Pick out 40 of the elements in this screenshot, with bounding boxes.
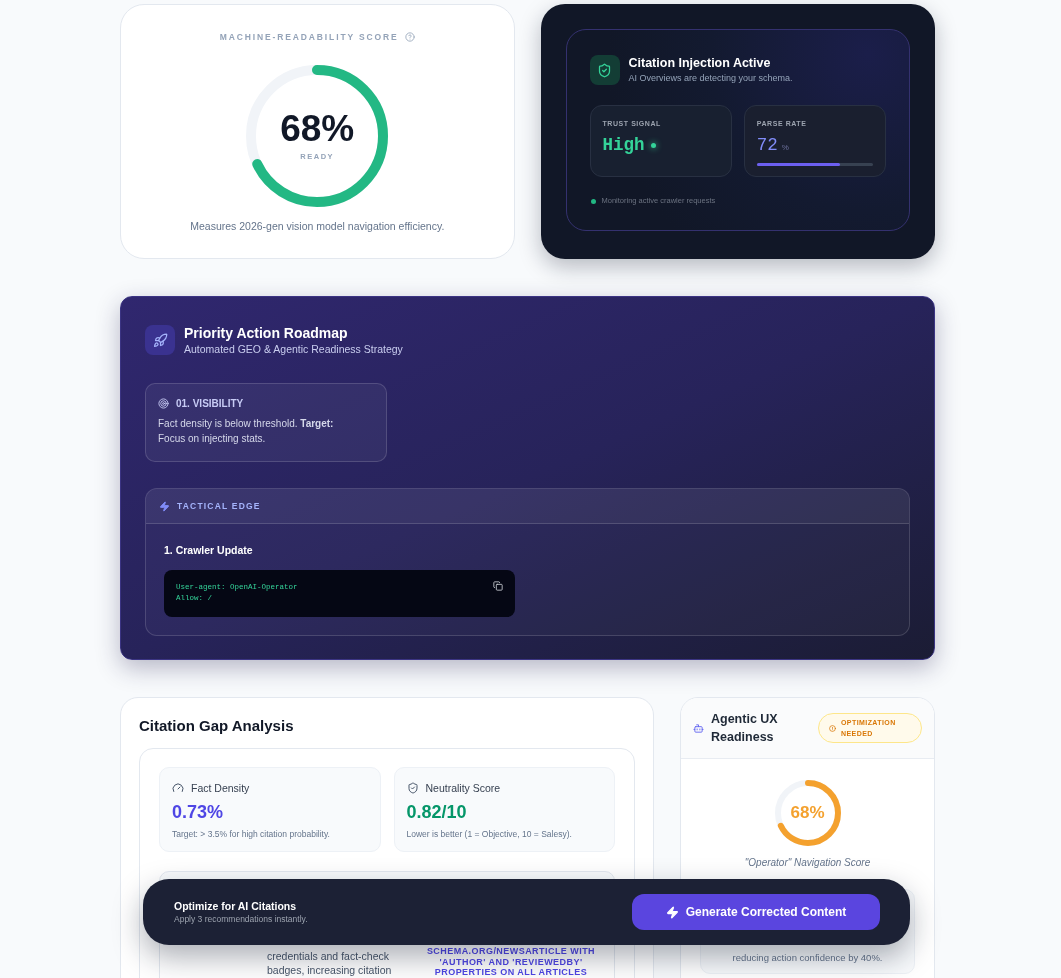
stat-value: 72	[756, 135, 778, 155]
target-icon	[158, 398, 169, 409]
stat-unit: %	[781, 142, 789, 154]
metric-note: Lower is better (1 = Objective, 10 = Salesy).	[406, 828, 573, 840]
score-value: 68%	[790, 803, 825, 823]
bar-subtitle: Apply 3 recommendations instantly.	[174, 913, 308, 925]
gauge-icon	[172, 782, 184, 794]
table-cell-text: SCHEMA.ORG/NEWSARTICLE WITH 'AUTHOR' AND 'REVIEWEDBY' PROPERTIES ON ALL ARTICLES	[425, 946, 597, 978]
metric-label: Neutrality Score	[425, 781, 501, 795]
score-caption: "Operator" Navigation Score	[744, 856, 871, 870]
step-title: 1. Crawler Update	[164, 543, 253, 557]
panel-subtitle: AI Overviews are detecting your schema.	[628, 72, 793, 85]
shield-check-icon	[589, 55, 620, 85]
bar-title: Optimize for AI Citations	[174, 899, 298, 913]
alert-icon	[829, 724, 836, 732]
card-title: Agentic UX Readiness	[711, 711, 779, 746]
score-value: 68%	[280, 110, 355, 148]
shield-check-icon	[406, 782, 419, 794]
action-text: Fact density is below threshold. Target: Focus on injecting stats.	[158, 417, 335, 446]
metric-value: 0.73%	[172, 801, 225, 823]
metric-note: Target: > 3.5% for high citation probability.	[172, 828, 331, 840]
metric-value: 0.82/10	[406, 801, 468, 823]
generate-button[interactable]: Generate Corrected Content	[632, 894, 880, 930]
tactical-title: TACTICAL EDGE	[177, 500, 261, 512]
rocket-icon	[145, 325, 175, 355]
action-heading: 01. VISIBILITY	[176, 397, 244, 410]
note-text: reducing action confidence by 40%.	[732, 951, 883, 965]
table-cell-text: credentials and fact-check badges, increasing citation	[267, 950, 393, 977]
robot-icon	[693, 722, 704, 734]
card-caption: Measures 2026-gen vision model navigation efficiency.	[190, 219, 445, 233]
roadmap-title: Priority Action Roadmap	[184, 324, 349, 342]
stat-value: High	[602, 135, 645, 155]
card-title: MACHINE-READABILITY SCORE	[219, 31, 399, 43]
copy-button[interactable]	[492, 580, 504, 592]
panel-title: Citation Injection Active	[628, 55, 772, 72]
lightning-icon	[159, 500, 170, 512]
lightning-icon	[665, 905, 679, 919]
roadmap-subtitle: Automated GEO & Agentic Readiness Strategy	[184, 342, 403, 356]
metric-label: Fact Density	[191, 781, 250, 795]
section-title: Citation Gap Analysis	[139, 716, 294, 736]
